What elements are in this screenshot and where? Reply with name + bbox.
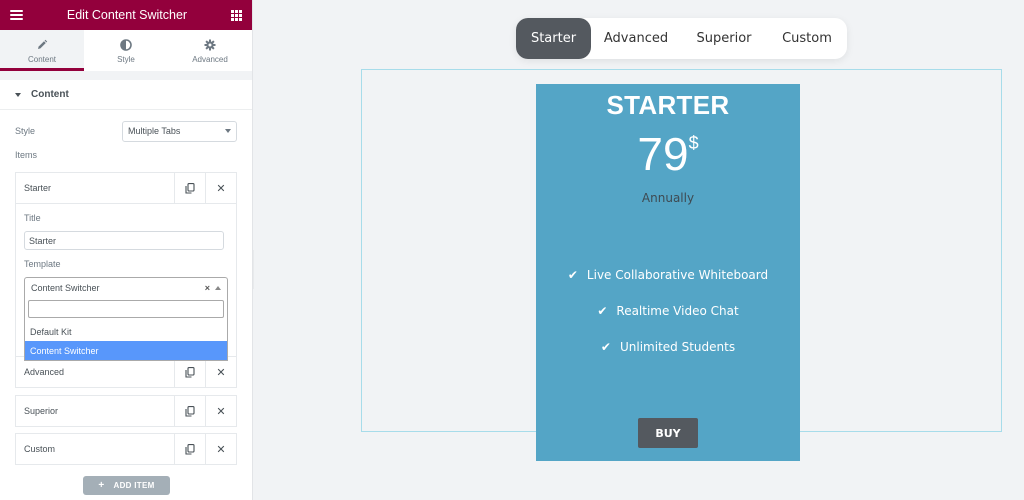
tab-style[interactable]: Style bbox=[84, 30, 168, 71]
dropdown-option-highlighted[interactable]: Content Switcher bbox=[25, 341, 227, 360]
plan-price: 79 $ bbox=[536, 129, 800, 179]
style-select[interactable]: Multiple Tabs bbox=[122, 120, 237, 142]
switcher-tab-starter[interactable]: Starter bbox=[516, 18, 591, 59]
template-dropdown: Default Kit Content Switcher bbox=[24, 296, 228, 361]
section-title: Content bbox=[31, 89, 69, 100]
template-select-value: Content Switcher bbox=[31, 283, 100, 293]
repeater-item-title[interactable]: Superior bbox=[16, 396, 174, 426]
feature-item: ✔ Realtime Video Chat bbox=[536, 293, 800, 329]
chevron-up-icon bbox=[215, 286, 221, 290]
feature-text: Unlimited Students bbox=[619, 340, 736, 354]
title-input[interactable]: Starter bbox=[24, 231, 224, 250]
repeater-item-superior: Superior ✕ bbox=[15, 395, 237, 427]
section-content-toggle[interactable]: Content bbox=[0, 80, 252, 110]
repeater-item-title[interactable]: Custom bbox=[16, 434, 174, 464]
dropdown-option[interactable]: Default Kit bbox=[25, 322, 227, 341]
clear-icon[interactable]: × bbox=[205, 283, 210, 293]
plus-icon: + bbox=[98, 480, 105, 491]
tab-label: Content bbox=[27, 54, 57, 64]
feature-text: Live Collaborative Whiteboard bbox=[586, 268, 769, 282]
panel-tabs: Content Style Advanced bbox=[0, 30, 252, 71]
sidebar-header: Edit Content Switcher bbox=[0, 0, 252, 30]
duplicate-icon[interactable] bbox=[174, 357, 205, 387]
pricing-card: STARTER 79 $ Annually ✔ Live Collaborati… bbox=[536, 84, 800, 461]
check-icon: ✔ bbox=[597, 304, 608, 318]
duplicate-icon[interactable] bbox=[174, 173, 205, 203]
chevron-down-icon bbox=[225, 129, 231, 133]
caret-down-icon bbox=[15, 92, 21, 97]
template-select[interactable]: Content Switcher × bbox=[24, 277, 228, 298]
price-currency: $ bbox=[688, 133, 699, 153]
check-icon: ✔ bbox=[600, 340, 611, 354]
feature-list: ✔ Live Collaborative Whiteboard ✔ Realti… bbox=[536, 257, 800, 365]
pencil-icon bbox=[36, 38, 48, 52]
tab-content[interactable]: Content bbox=[0, 30, 84, 71]
half-circle-icon bbox=[120, 38, 132, 52]
repeater-item-title[interactable]: Advanced bbox=[16, 357, 174, 387]
style-select-value: Multiple Tabs bbox=[128, 126, 181, 136]
switcher-tab-superior[interactable]: Superior bbox=[681, 18, 767, 59]
duplicate-icon[interactable] bbox=[174, 396, 205, 426]
grid-icon[interactable] bbox=[230, 9, 242, 21]
items-label: Items bbox=[15, 150, 38, 160]
billing-period: Annually bbox=[641, 191, 695, 205]
hamburger-icon[interactable] bbox=[10, 10, 23, 20]
gear-icon bbox=[204, 38, 216, 52]
feature-text: Realtime Video Chat bbox=[616, 304, 739, 318]
duplicate-icon[interactable] bbox=[174, 434, 205, 464]
switcher-tab-custom[interactable]: Custom bbox=[767, 18, 847, 59]
style-control: Style Multiple Tabs bbox=[0, 119, 252, 143]
title-label: Title bbox=[24, 213, 41, 223]
close-icon[interactable]: ✕ bbox=[205, 396, 236, 426]
preview-canvas: Starter Advanced Superior Custom STARTER… bbox=[254, 0, 1024, 500]
add-item-label: ADD ITEM bbox=[113, 481, 155, 490]
check-icon: ✔ bbox=[567, 268, 578, 282]
tab-label: Advanced bbox=[192, 54, 228, 64]
buy-button[interactable]: BUY bbox=[638, 418, 698, 448]
price-amount: 79 bbox=[637, 128, 689, 180]
feature-item: ✔ Live Collaborative Whiteboard bbox=[536, 257, 800, 293]
switcher-tab-advanced[interactable]: Advanced bbox=[591, 18, 681, 59]
editor-sidebar: Edit Content Switcher Content Style Adva… bbox=[0, 0, 253, 500]
panel-title: Edit Content Switcher bbox=[66, 8, 188, 22]
close-icon[interactable]: ✕ bbox=[205, 357, 236, 387]
tab-label: Style bbox=[117, 54, 135, 64]
content-switcher-tabs: Starter Advanced Superior Custom bbox=[516, 18, 847, 59]
plan-title: STARTER bbox=[606, 90, 730, 120]
dropdown-search-input[interactable] bbox=[28, 300, 224, 318]
repeater-item-custom: Custom ✕ bbox=[15, 433, 237, 465]
close-icon[interactable]: ✕ bbox=[205, 434, 236, 464]
tab-advanced[interactable]: Advanced bbox=[168, 30, 252, 71]
style-label: Style bbox=[15, 126, 36, 136]
add-item-button[interactable]: + ADD ITEM bbox=[83, 476, 170, 495]
close-icon[interactable]: ✕ bbox=[205, 173, 236, 203]
feature-item: ✔ Unlimited Students bbox=[536, 329, 800, 365]
repeater-item-title[interactable]: Starter bbox=[16, 173, 174, 203]
template-label: Template bbox=[24, 259, 61, 269]
